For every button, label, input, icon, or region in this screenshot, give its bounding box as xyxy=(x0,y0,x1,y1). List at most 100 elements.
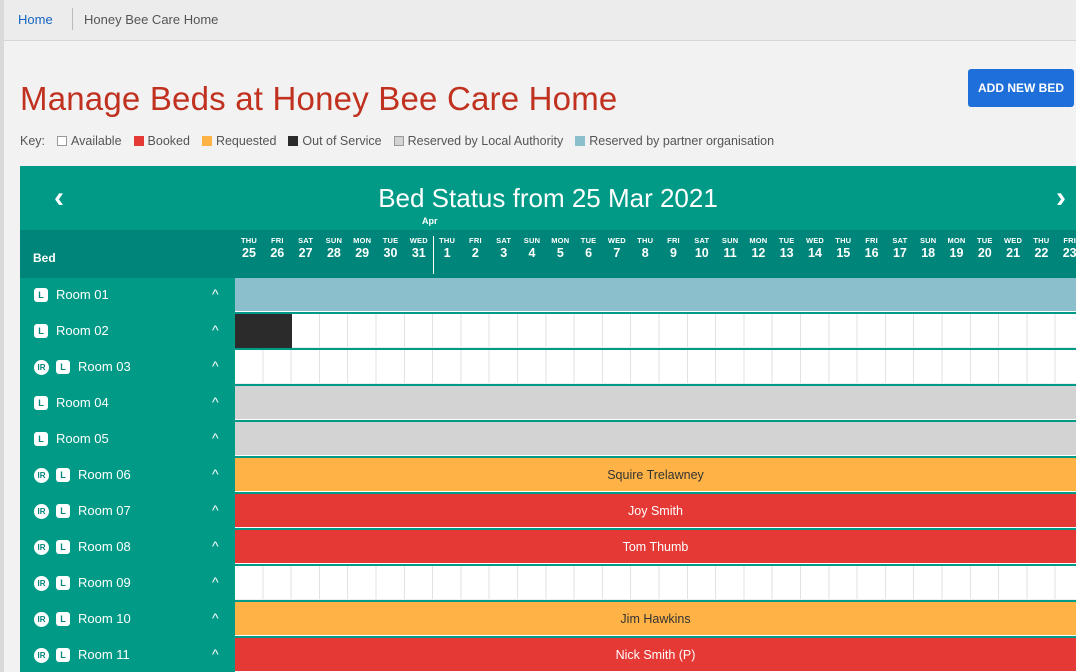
bed-status-area xyxy=(235,566,1076,601)
day-number: 9 xyxy=(670,246,677,260)
room-name: Room 08 xyxy=(78,539,131,554)
add-new-bed-button[interactable]: ADD NEW BED xyxy=(968,69,1074,107)
day-number: 22 xyxy=(1034,246,1049,260)
bed-row-label: IR L Room 09 ^ xyxy=(20,566,235,601)
chevron-up-icon[interactable]: ^ xyxy=(212,286,219,302)
bed-row: IR L Room 07 ^ Joy Smith xyxy=(20,494,1076,529)
date-column-header: FRI 16 xyxy=(858,236,886,262)
bed-status-bar[interactable]: Joy Smith xyxy=(235,494,1076,528)
day-number: 25 xyxy=(242,246,256,260)
room-name: Room 07 xyxy=(78,503,131,518)
day-number: 6 xyxy=(585,246,593,260)
date-column-header: SAT 3 xyxy=(490,236,518,262)
month-divider xyxy=(432,236,434,274)
bed-status-area: Squire Trelawney xyxy=(235,458,1076,493)
day-number: 31 xyxy=(411,246,426,260)
day-of-week: THU xyxy=(637,236,654,245)
day-of-week: SUN xyxy=(919,236,937,245)
date-column-header: SUN 18 xyxy=(914,236,942,262)
day-number: 27 xyxy=(298,246,313,260)
chevron-up-icon[interactable]: ^ xyxy=(212,322,219,338)
key-swatch xyxy=(57,136,68,146)
day-of-week: WED xyxy=(805,236,825,245)
day-of-week: SAT xyxy=(694,236,710,245)
day-number: 7 xyxy=(613,246,621,260)
key-label: Key: xyxy=(20,134,46,148)
bed-row: IR L Room 09 ^ xyxy=(20,566,1076,601)
bed-row: L Room 02 ^ xyxy=(20,314,1076,349)
chevron-up-icon[interactable]: ^ xyxy=(212,502,219,518)
chevron-up-icon[interactable]: ^ xyxy=(212,394,219,410)
chevron-up-icon[interactable]: ^ xyxy=(212,610,219,626)
bed-status-bar[interactable]: Squire Trelawney xyxy=(235,458,1076,492)
bed-status-bar[interactable] xyxy=(235,422,1076,456)
day-of-week: SAT xyxy=(298,236,314,245)
bed-status-area: Tom Thumb xyxy=(235,530,1076,565)
bed-status-bar[interactable]: Nick Smith (P) xyxy=(235,638,1076,672)
bed-row: L Room 04 ^ xyxy=(20,386,1076,421)
date-column-header: WED 7 xyxy=(603,236,631,262)
chevron-up-icon[interactable]: ^ xyxy=(212,430,219,446)
room-name: Room 11 xyxy=(78,647,130,662)
out-of-service-block[interactable] xyxy=(235,314,292,348)
day-number: 12 xyxy=(751,246,766,260)
ir-badge: IR xyxy=(34,540,49,555)
date-column-header: SUN 11 xyxy=(716,236,744,262)
l-badge: L xyxy=(56,540,70,554)
date-column-header: SUN 28 xyxy=(320,236,348,262)
bed-status-area: Jim Hawkins xyxy=(235,602,1076,637)
bed-row-label: L Room 02 ^ xyxy=(20,314,235,349)
bed-status-bar[interactable] xyxy=(235,566,1076,600)
key-swatch xyxy=(133,136,144,146)
bed-status-area xyxy=(235,386,1076,421)
bed-status-bar[interactable] xyxy=(235,386,1076,420)
day-of-week: TUE xyxy=(778,236,795,245)
ir-badge: IR xyxy=(34,612,49,627)
day-of-week: MON xyxy=(749,236,768,245)
key-item-label: Reserved by partner organisation xyxy=(589,134,775,148)
chevron-up-icon[interactable]: ^ xyxy=(212,358,219,374)
day-of-week: WED xyxy=(1004,236,1023,245)
chevron-up-icon[interactable]: ^ xyxy=(212,466,219,482)
date-column-header: THU 8 xyxy=(631,236,659,262)
date-column-header: THU 15 xyxy=(829,236,857,262)
bed-status-bar[interactable] xyxy=(235,350,1076,384)
bed-status-bar[interactable]: Tom Thumb xyxy=(235,530,1076,564)
ir-badge: IR xyxy=(34,576,49,591)
breadcrumb-current: Honey Bee Care Home xyxy=(84,12,219,27)
chevron-right-icon[interactable]: › xyxy=(1046,180,1076,216)
chevron-up-icon[interactable]: ^ xyxy=(212,538,219,554)
key-item-label: Reserved by Local Authority xyxy=(407,134,564,148)
l-badge: L xyxy=(56,612,70,626)
date-column-header: MON 29 xyxy=(348,236,376,262)
day-number: 30 xyxy=(383,246,398,260)
l-badge: L xyxy=(34,324,48,338)
bed-row: IR L Room 08 ^ Tom Thumb xyxy=(20,530,1076,565)
month-label: Apr xyxy=(422,216,438,226)
date-column-header: THU 25 xyxy=(235,236,263,262)
day-number: 14 xyxy=(808,246,822,260)
day-of-week: MON xyxy=(551,236,570,245)
chevron-up-icon[interactable]: ^ xyxy=(212,646,219,662)
day-number: 3 xyxy=(500,246,508,260)
l-badge: L xyxy=(56,468,70,482)
day-number: 29 xyxy=(355,246,370,260)
day-number: 15 xyxy=(836,246,851,260)
date-column-header: WED 31 xyxy=(405,236,433,262)
bed-row-label: L Room 04 ^ xyxy=(20,386,235,421)
ir-badge: IR xyxy=(34,648,49,663)
l-badge: L xyxy=(56,360,70,374)
bed-calendar: ‹ Bed Status from 25 Mar 2021 › Apr Bed … xyxy=(20,166,1076,672)
bed-status-bar[interactable]: Jim Hawkins xyxy=(235,602,1076,636)
date-column-header: TUE 13 xyxy=(773,236,801,262)
date-column-header: FRI 9 xyxy=(660,236,688,262)
bed-row: IR L Room 03 ^ xyxy=(20,350,1076,385)
chevron-up-icon[interactable]: ^ xyxy=(212,574,219,590)
bed-status-bar[interactable] xyxy=(235,278,1076,312)
breadcrumb-home-link[interactable]: Home xyxy=(18,12,53,27)
day-of-week: FRI xyxy=(469,236,482,245)
key-swatch xyxy=(393,136,404,146)
day-of-week: SUN xyxy=(523,236,541,245)
l-badge: L xyxy=(56,648,70,662)
bed-status-bar[interactable] xyxy=(235,314,1076,348)
